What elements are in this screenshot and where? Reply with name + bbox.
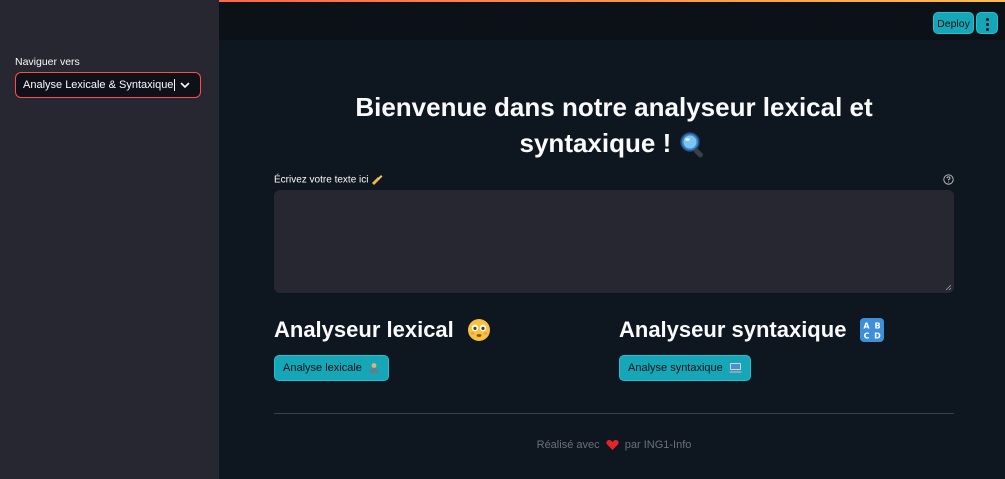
sidebar: Naviguer vers Analyse Lexicale & Syntaxi… bbox=[0, 0, 219, 479]
deploy-button[interactable]: Deploy bbox=[933, 12, 974, 34]
question-circle-icon[interactable] bbox=[943, 174, 954, 185]
page-select-value: Analyse Lexicale & Syntaxique bbox=[23, 79, 176, 92]
top-header bbox=[219, 2, 1005, 40]
writing-hand-icon bbox=[372, 175, 383, 185]
footer: Réalisé avec par ING1-Info bbox=[536, 439, 692, 451]
resize-handle-icon[interactable] bbox=[945, 284, 952, 291]
chevron-down-icon[interactable] bbox=[179, 79, 191, 91]
app-window: Naviguer vers Analyse Lexicale & Syntaxi… bbox=[0, 0, 1005, 479]
svg-text:B: B bbox=[874, 322, 880, 331]
lexical-analysis-button[interactable]: Analyse lexicale bbox=[274, 355, 389, 381]
page-title-line1: Bienvenue dans notre analyseur lexical e… bbox=[355, 92, 873, 122]
svg-text:D: D bbox=[874, 332, 881, 341]
input-label: Écrivez votre texte ici bbox=[274, 174, 383, 186]
divider bbox=[274, 413, 954, 414]
heart-icon bbox=[606, 439, 619, 451]
person-icon bbox=[369, 363, 379, 374]
page-title-line2: syntaxique ! bbox=[274, 125, 954, 161]
computer-icon bbox=[729, 363, 742, 374]
text-cursor bbox=[174, 79, 176, 92]
syntactic-heading: Analyseur syntaxique A B C D bbox=[619, 316, 885, 343]
main-menu-button[interactable] bbox=[976, 12, 998, 34]
lexical-heading: Analyseur lexical bbox=[274, 316, 492, 343]
magnifier-icon bbox=[680, 132, 704, 158]
page-title: Bienvenue dans notre analyseur lexical e… bbox=[274, 89, 954, 161]
svg-text:C: C bbox=[863, 332, 869, 341]
vertical-dots-icon bbox=[985, 18, 989, 21]
syntactic-analysis-button[interactable]: Analyse syntaxique bbox=[619, 355, 751, 381]
abcd-icon: A B C D bbox=[859, 318, 884, 343]
text-input-area[interactable] bbox=[274, 190, 954, 293]
nav-label: Naviguer vers bbox=[15, 56, 80, 68]
svg-text:A: A bbox=[863, 322, 870, 331]
page-select[interactable]: Analyse Lexicale & Syntaxique bbox=[15, 72, 201, 98]
flushed-face-icon bbox=[467, 319, 490, 342]
